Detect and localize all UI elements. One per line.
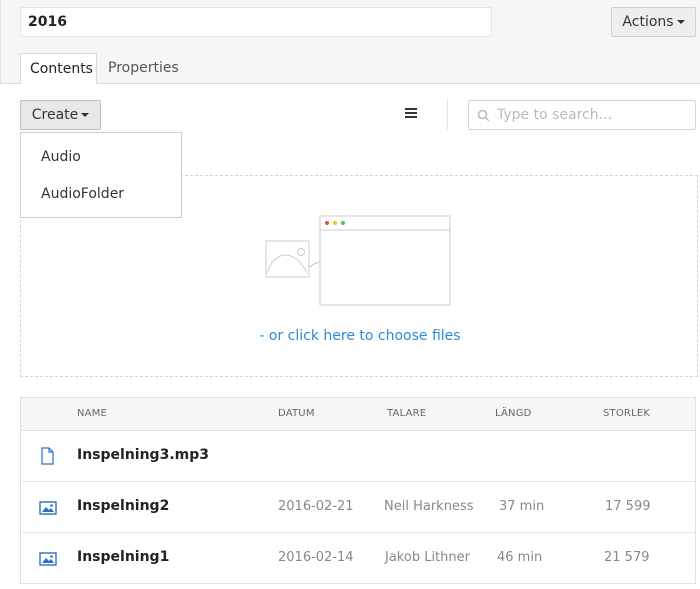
content-table: NAME DATUM TALARE LÄNGD STORLEK Inspelni… bbox=[20, 397, 696, 584]
search-input[interactable] bbox=[497, 101, 692, 129]
file-icon bbox=[41, 447, 54, 465]
row-storlek: 21 579 bbox=[604, 550, 650, 565]
column-header-storlek[interactable]: STORLEK bbox=[603, 408, 650, 419]
create-button[interactable]: Create bbox=[20, 100, 101, 130]
node-name-input[interactable]: 2016 bbox=[20, 7, 492, 37]
row-datum: 2016-02-14 bbox=[278, 550, 354, 565]
choose-files-link[interactable]: - or click here to choose files bbox=[21, 328, 699, 344]
search-icon bbox=[477, 109, 490, 122]
caret-down-icon bbox=[676, 20, 685, 24]
column-header-datum[interactable]: DATUM bbox=[278, 408, 315, 419]
column-header-talare[interactable]: TALARE bbox=[387, 408, 426, 419]
menu-item-audio[interactable]: Audio bbox=[41, 149, 81, 165]
table-row[interactable]: Inspelning2 2016-02-21 Neil Harkness 37 … bbox=[21, 482, 695, 533]
tab-properties[interactable]: Properties bbox=[99, 53, 188, 84]
drag-files-illustration-icon bbox=[265, 215, 451, 306]
menu-item-audiofolder[interactable]: AudioFolder bbox=[41, 186, 124, 202]
table-row[interactable]: Inspelning3.mp3 bbox=[21, 431, 695, 482]
row-langd: 46 min bbox=[497, 550, 543, 565]
table-row[interactable]: Inspelning1 2016-02-14 Jakob Lithner 46 … bbox=[21, 533, 695, 584]
create-dropdown-menu: Audio AudioFolder bbox=[20, 132, 182, 218]
image-icon bbox=[39, 552, 57, 566]
row-storlek: 17 599 bbox=[605, 499, 651, 514]
row-talare: Neil Harkness bbox=[384, 499, 474, 514]
column-header-langd[interactable]: LÄNGD bbox=[495, 408, 532, 419]
row-datum: 2016-02-21 bbox=[278, 499, 354, 514]
row-name[interactable]: Inspelning3.mp3 bbox=[77, 447, 209, 463]
create-button-label: Create bbox=[31, 107, 79, 123]
column-header-name[interactable]: NAME bbox=[77, 408, 107, 419]
tab-contents[interactable]: Contents bbox=[20, 53, 97, 84]
image-icon bbox=[39, 501, 57, 515]
row-name[interactable]: Inspelning2 bbox=[77, 498, 169, 514]
caret-down-icon bbox=[81, 113, 90, 117]
toolbar-separator bbox=[447, 100, 448, 130]
row-langd: 37 min bbox=[499, 499, 545, 514]
row-talare: Jakob Lithner bbox=[385, 550, 470, 565]
row-name[interactable]: Inspelning1 bbox=[77, 549, 169, 565]
search-box bbox=[468, 100, 696, 130]
list-view-icon[interactable] bbox=[405, 108, 417, 122]
actions-button[interactable]: Actions bbox=[611, 7, 696, 37]
actions-button-label: Actions bbox=[622, 14, 674, 30]
table-header: NAME DATUM TALARE LÄNGD STORLEK bbox=[21, 398, 695, 431]
